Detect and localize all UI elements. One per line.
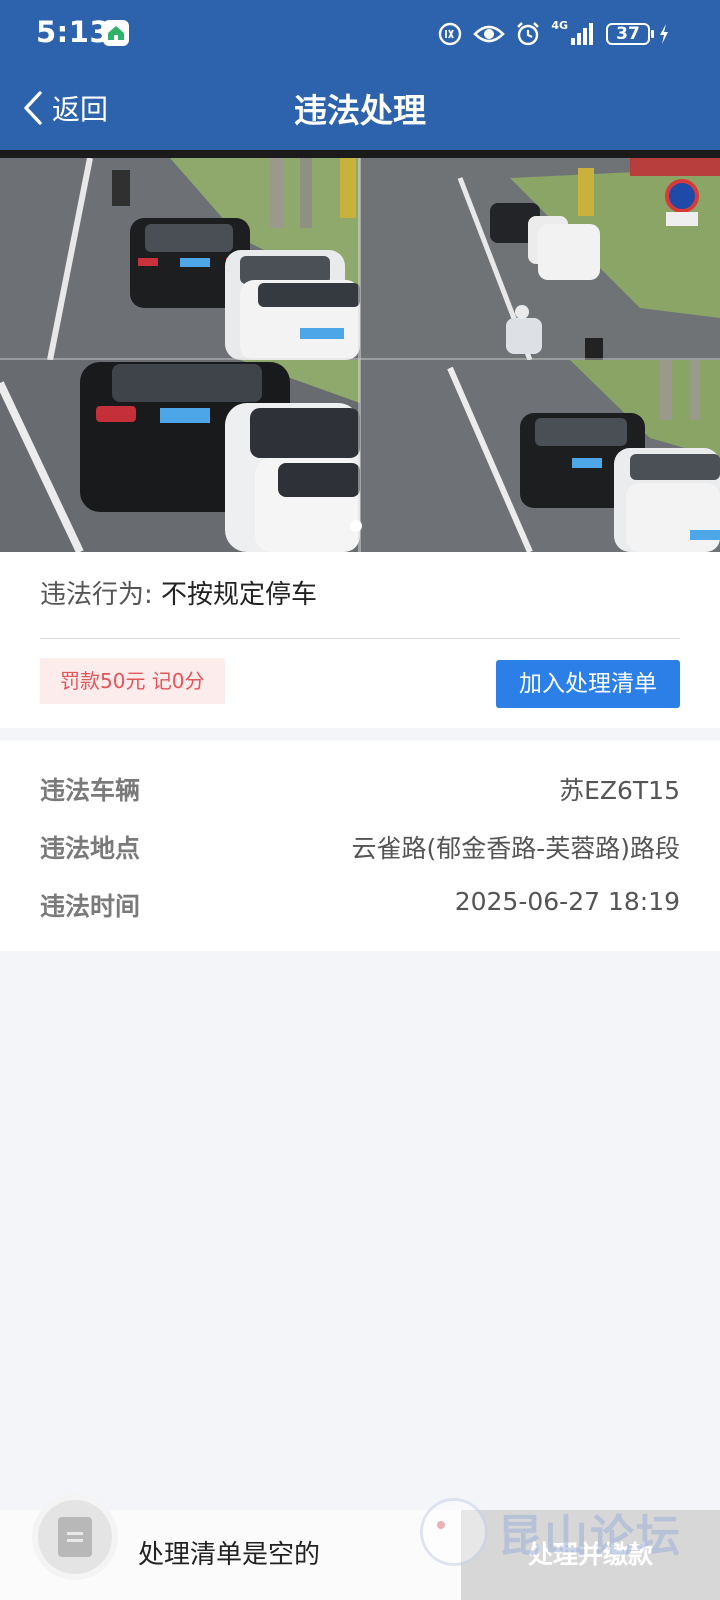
- detail-value: 苏EZ6T15: [559, 776, 680, 805]
- process-list-button[interactable]: [32, 1494, 118, 1580]
- detail-label: 违法车辆: [40, 776, 141, 805]
- back-label: 返回: [52, 93, 109, 126]
- detail-label: 违法地点: [40, 834, 141, 863]
- add-to-list-button[interactable]: 加入处理清单: [496, 660, 680, 708]
- chevron-left-icon: [24, 91, 42, 125]
- home-icon: [103, 20, 129, 46]
- violation-details-card: 违法车辆 苏EZ6T15 违法地点 云雀路(郁金香路-芙蓉路)路段 违法时间 2…: [0, 741, 720, 951]
- detail-row-time: 违法时间 2025-06-27 18:19: [40, 887, 680, 927]
- list-icon: [58, 1517, 92, 1557]
- behavior-label: 违法行为:: [40, 580, 153, 610]
- behavior-value: 不按规定停车: [161, 580, 318, 610]
- top-app-bar: 5:13 4G 37 返回 违法处理: [0, 0, 720, 150]
- signal-icon: [571, 23, 593, 45]
- detail-value: 2025-06-27 18:19: [454, 887, 680, 916]
- status-time: 5:13: [36, 15, 111, 49]
- network-type: 4G: [551, 18, 568, 32]
- penalty-badge: 罚款50元 记0分: [40, 658, 225, 704]
- battery-icon: 37: [606, 23, 654, 45]
- bottom-action-bar: 处理清单是空的 处理并缴款: [0, 1494, 720, 1600]
- divider: [40, 638, 680, 639]
- detail-row-vehicle: 违法车辆 苏EZ6T15: [40, 771, 680, 811]
- photo-top-border: [0, 150, 720, 158]
- evidence-photo: [0, 158, 720, 552]
- detail-row-location: 违法地点 云雀路(郁金香路-芙蓉路)路段: [40, 829, 680, 869]
- empty-list-text: 处理清单是空的: [138, 1540, 321, 1570]
- detail-label: 违法时间: [40, 892, 141, 921]
- back-button[interactable]: 返回: [22, 86, 108, 130]
- status-icons: 4G 37: [437, 16, 670, 52]
- evidence-photo-carousel[interactable]: [0, 158, 720, 552]
- nav-bar: 返回 违法处理: [0, 76, 720, 146]
- eye-icon: [473, 25, 506, 43]
- violation-behavior: 违法行为: 不按规定停车: [40, 574, 317, 611]
- violation-summary-card: 违法行为: 不按规定停车 罚款50元 记0分 加入处理清单: [0, 552, 720, 728]
- detail-value: 云雀路(郁金香路-芙蓉路)路段: [351, 834, 680, 863]
- charging-icon: [660, 24, 668, 44]
- process-and-pay-button[interactable]: 处理并缴款: [461, 1510, 720, 1600]
- carousel-indicator: [350, 520, 362, 532]
- status-bar: 5:13 4G 37: [0, 0, 720, 70]
- alarm-icon: [517, 22, 540, 46]
- data-saver-icon: [439, 22, 462, 46]
